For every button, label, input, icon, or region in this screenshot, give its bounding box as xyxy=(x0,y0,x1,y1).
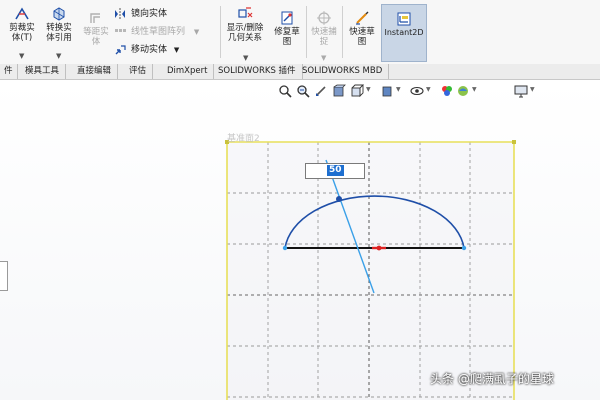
arc-endpoint-left[interactable] xyxy=(282,245,288,251)
sketch-plane[interactable] xyxy=(0,0,600,400)
watermark-text: 头条 @爬满虱子的星球 xyxy=(430,372,554,386)
dimension-value[interactable]: 50 xyxy=(327,165,344,176)
dimension-input-box[interactable]: 50 xyxy=(305,163,365,179)
plane-fill xyxy=(227,142,514,400)
dimension-arrow-icon xyxy=(336,196,342,202)
plane-label: 基准面2 xyxy=(227,134,260,144)
arc-endpoint-right[interactable] xyxy=(461,245,467,251)
